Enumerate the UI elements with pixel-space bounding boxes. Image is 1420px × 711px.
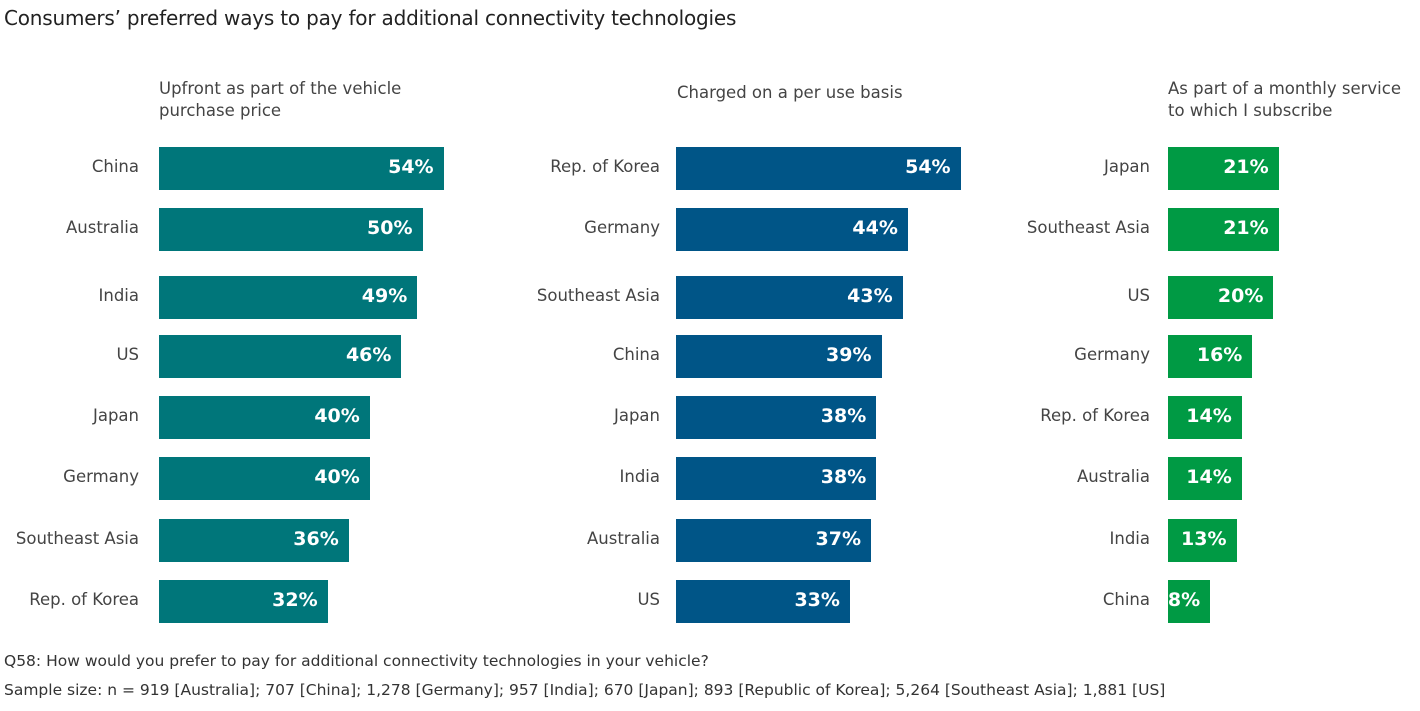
category-label: China: [612, 345, 660, 364]
panel-title-line: As part of a monthly service: [1168, 79, 1401, 98]
data-label: 13%: [1181, 528, 1227, 550]
data-label: 33%: [794, 589, 840, 611]
data-label: 40%: [314, 466, 360, 488]
data-label: 37%: [815, 528, 861, 550]
data-label: 44%: [852, 217, 898, 239]
data-label: 32%: [272, 589, 318, 611]
panel-title-monthly: As part of a monthly service to which I …: [1168, 78, 1401, 122]
data-label: 43%: [847, 285, 893, 307]
category-label: US: [116, 345, 139, 364]
category-label: Southeast Asia: [1026, 218, 1150, 237]
data-label: 54%: [388, 156, 434, 178]
category-label: US: [637, 590, 660, 609]
data-label: 8%: [1167, 589, 1201, 611]
panel-title-line: Charged on a per use basis: [677, 83, 903, 102]
panel-title-line: purchase price: [159, 101, 282, 120]
data-label: 16%: [1196, 344, 1243, 366]
data-label: 39%: [826, 344, 872, 366]
panel-title-line: to which I subscribe: [1168, 101, 1333, 120]
sample-size-note: Sample size: n = 919 [Australia]; 707 [C…: [4, 681, 1166, 699]
category-label: Australia: [1077, 467, 1150, 486]
data-label: 20%: [1217, 285, 1264, 307]
data-label: 21%: [1223, 156, 1269, 178]
data-label: 14%: [1186, 466, 1232, 488]
data-label: 46%: [345, 344, 392, 366]
category-label: Japan: [613, 406, 660, 425]
category-label: Rep. of Korea: [29, 590, 139, 609]
category-label: Japan: [1103, 157, 1150, 176]
category-label: Germany: [584, 218, 660, 237]
category-label: US: [1127, 286, 1150, 305]
category-label: Southeast Asia: [15, 529, 139, 548]
data-label: 21%: [1223, 217, 1269, 239]
data-label: 49%: [361, 285, 408, 307]
category-label: Germany: [63, 467, 139, 486]
data-label: 38%: [820, 466, 867, 488]
category-label: Australia: [587, 529, 660, 548]
category-label: Australia: [66, 218, 139, 237]
category-label: China: [91, 157, 139, 176]
panel-title-line: Upfront as part of the vehicle: [159, 79, 402, 98]
data-label: 40%: [314, 405, 360, 427]
chart-title: Consumers’ preferred ways to pay for add…: [4, 6, 737, 30]
data-label: 36%: [293, 528, 339, 550]
category-label: India: [98, 286, 140, 305]
category-label: China: [1102, 590, 1150, 609]
category-label: Rep. of Korea: [550, 157, 660, 176]
category-label: India: [1109, 529, 1151, 548]
panel-title-upfront: Upfront as part of the vehicle purchase …: [159, 78, 401, 122]
data-label: 14%: [1186, 405, 1232, 427]
category-label: Germany: [1074, 345, 1150, 364]
category-label: India: [619, 467, 661, 486]
category-label: Rep. of Korea: [1040, 406, 1150, 425]
category-label: Southeast Asia: [536, 286, 660, 305]
category-label: Japan: [92, 406, 139, 425]
question-note: Q58: How would you prefer to pay for add…: [4, 652, 709, 670]
data-label: 50%: [367, 217, 413, 239]
data-label: 54%: [905, 156, 951, 178]
panel-title-per-use: Charged on a per use basis: [677, 82, 903, 104]
data-label: 38%: [820, 405, 867, 427]
